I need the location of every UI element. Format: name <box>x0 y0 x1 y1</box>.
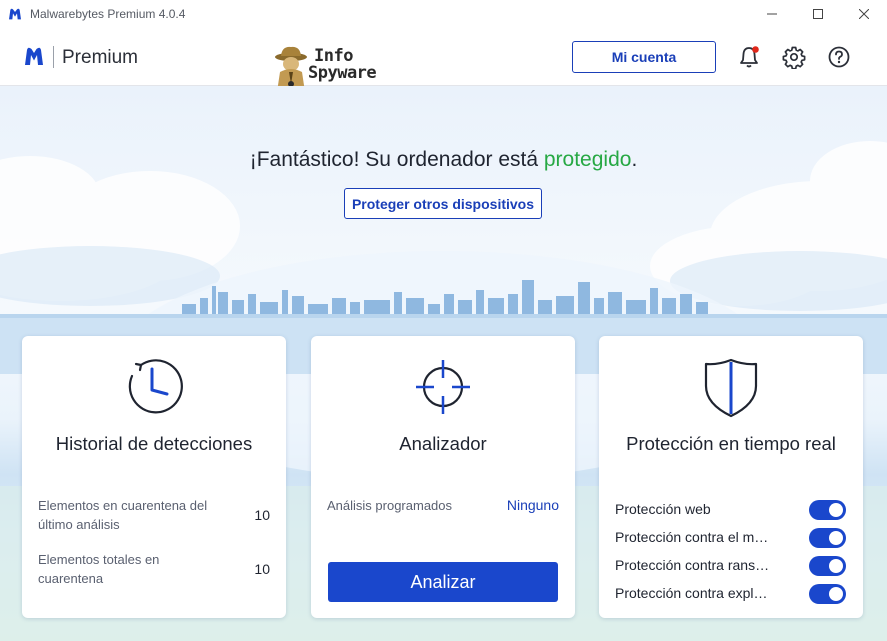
hero-section: ¡Fantástico! Su ordenador está protegido… <box>0 86 887 641</box>
protect-other-devices-button[interactable]: Proteger otros dispositivos <box>344 188 542 219</box>
watermark-text-spyware: Spyware <box>308 63 377 83</box>
maximize-icon <box>813 9 823 19</box>
clock-history-icon <box>128 359 183 414</box>
detection-history-card[interactable]: Historial de detecciones Elementos en cu… <box>22 336 286 618</box>
exploit-protection-toggle[interactable] <box>809 584 846 604</box>
minimize-button[interactable] <box>749 0 795 28</box>
detection-history-title: Historial de detecciones <box>55 433 253 454</box>
malware-protection-toggle[interactable] <box>809 528 846 548</box>
scan-button[interactable]: Analizar <box>328 562 558 602</box>
status-protected-word: protegido <box>543 148 632 171</box>
maximize-button[interactable] <box>795 0 841 28</box>
status-message-suffix: . <box>631 148 638 171</box>
ransomware-protection-toggle[interactable] <box>809 556 846 576</box>
exploit-protection-label: Protección contra exploits <box>615 585 775 601</box>
scheduled-scans-label: Análisis programados <box>327 498 453 513</box>
scheduled-scans-link[interactable]: Ninguno <box>507 497 559 513</box>
ransomware-protection-label: Protección contra ransomware <box>615 557 775 573</box>
quarantine-last-scan-value: 10 <box>254 507 270 523</box>
quarantine-total-value: 10 <box>254 561 270 577</box>
brand-divider <box>53 46 54 68</box>
protection-status-message: ¡Fantástico! Su ordenador está protegido… <box>0 148 887 172</box>
crosshair-icon <box>416 360 470 414</box>
realtime-item-ransomware: Protección contra ransomware <box>615 556 849 576</box>
web-protection-toggle[interactable] <box>809 500 846 520</box>
quarantine-total-label: Elementos totales en cuarentena <box>38 552 160 586</box>
realtime-item-malware: Protección contra el malware <box>615 528 849 548</box>
realtime-protection-card[interactable]: Protección en tiempo real Protección web… <box>599 336 863 618</box>
close-icon <box>859 9 869 19</box>
close-button[interactable] <box>841 0 887 28</box>
gear-icon[interactable] <box>782 45 806 69</box>
scanner-card[interactable]: Analizador Análisis programados Ninguno … <box>311 336 575 618</box>
status-message-prefix: ¡Fantástico! Su ordenador está <box>249 148 544 171</box>
window-title: Malwarebytes Premium 4.0.4 <box>30 7 186 21</box>
scanner-title: Analizador <box>399 433 487 454</box>
minimize-icon <box>767 13 777 15</box>
title-bar: Malwarebytes Premium 4.0.4 <box>0 0 887 28</box>
product-name: Premium <box>62 47 139 68</box>
web-protection-label: Protección web <box>615 501 711 517</box>
malwarebytes-logo-icon <box>9 8 21 20</box>
help-icon[interactable] <box>827 45 851 69</box>
my-account-button[interactable]: Mi cuenta <box>572 41 716 73</box>
realtime-item-exploits: Protección contra exploits <box>615 584 849 604</box>
realtime-item-web: Protección web <box>615 500 849 520</box>
shield-icon <box>704 358 758 418</box>
bell-icon[interactable] <box>737 45 761 69</box>
app-header: Premium Info Spyware Mi cuenta <box>0 28 887 92</box>
realtime-protection-title: Protección en tiempo real <box>626 433 836 454</box>
malwarebytes-brand-icon <box>25 47 43 65</box>
malware-protection-label: Protección contra el malware <box>615 529 775 545</box>
quarantine-last-scan-label: Elementos en cuarentena del último análi… <box>38 498 208 532</box>
